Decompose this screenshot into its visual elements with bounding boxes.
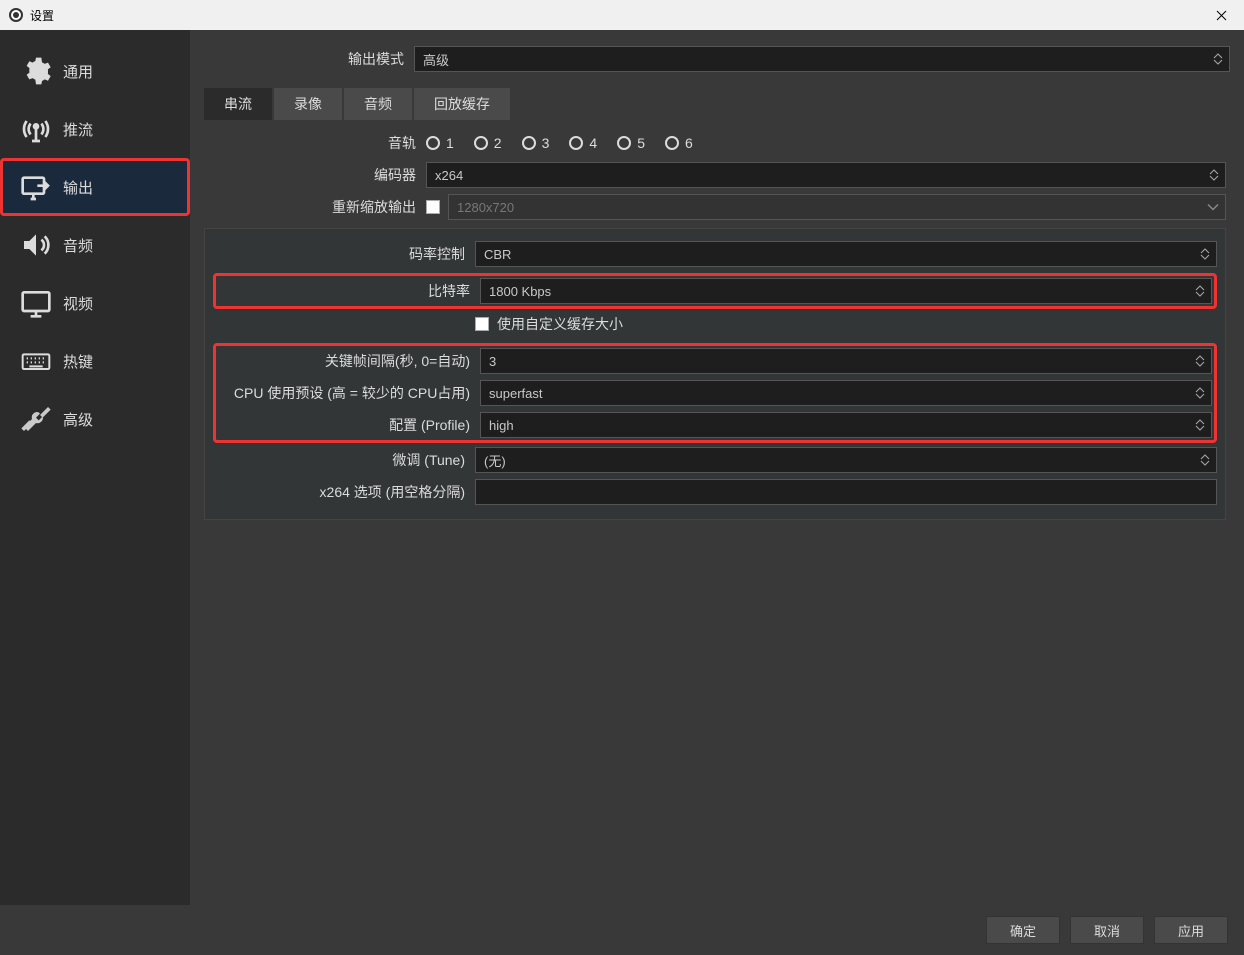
window-title: 设置	[30, 7, 54, 24]
sidebar-item-label: 高级	[63, 409, 93, 430]
audio-track-5[interactable]: 5	[617, 135, 645, 151]
tab-replay-buffer[interactable]: 回放缓存	[414, 88, 510, 120]
x264opts-input[interactable]	[475, 479, 1217, 505]
app-icon	[8, 7, 24, 23]
sidebar: 通用 推流 输出 音频 视频	[0, 30, 190, 905]
rescale-checkbox[interactable]	[426, 200, 440, 214]
tab-streaming[interactable]: 串流	[204, 88, 272, 120]
encoder-label: 编码器	[204, 165, 426, 185]
cancel-button[interactable]: 取消	[1070, 916, 1144, 944]
cpu-preset-select[interactable]: superfast	[480, 380, 1212, 406]
updown-icon	[1196, 449, 1214, 471]
x264opts-label: x264 选项 (用空格分隔)	[213, 482, 475, 502]
custom-buffer-label: 使用自定义缓存大小	[497, 314, 623, 334]
tab-recording[interactable]: 录像	[274, 88, 342, 120]
audio-track-label: 音轨	[204, 133, 426, 153]
tab-audio[interactable]: 音频	[344, 88, 412, 120]
bitrate-label: 比特率	[218, 281, 480, 301]
keyint-spinner[interactable]: 3	[480, 348, 1212, 374]
sidebar-item-label: 热键	[63, 351, 93, 372]
sidebar-item-stream[interactable]: 推流	[0, 100, 190, 158]
updown-icon	[1196, 243, 1214, 265]
sidebar-item-audio[interactable]: 音频	[0, 216, 190, 274]
rescale-value: 1280x720	[457, 200, 514, 215]
tune-select[interactable]: (无)	[475, 447, 1217, 473]
bitrate-spinner[interactable]: 1800 Kbps	[480, 278, 1212, 304]
output-icon	[17, 168, 55, 206]
tools-icon	[17, 400, 55, 438]
audio-track-2[interactable]: 2	[474, 135, 502, 151]
keyboard-icon	[17, 342, 55, 380]
tune-label: 微调 (Tune)	[213, 450, 475, 470]
audio-track-3[interactable]: 3	[522, 135, 550, 151]
rate-control-select[interactable]: CBR	[475, 241, 1217, 267]
monitor-icon	[17, 284, 55, 322]
updown-icon	[1191, 382, 1209, 404]
updown-icon	[1191, 414, 1209, 436]
audio-track-group: 1 2 3 4 5 6	[426, 135, 1226, 151]
audio-icon	[17, 226, 55, 264]
profile-value: high	[489, 418, 514, 433]
main-panel: 输出模式 高级 串流 录像 音频 回放缓存 音轨 1 2	[190, 30, 1244, 905]
audio-track-6[interactable]: 6	[665, 135, 693, 151]
sidebar-item-label: 通用	[63, 61, 93, 82]
sidebar-item-general[interactable]: 通用	[0, 42, 190, 100]
apply-button[interactable]: 应用	[1154, 916, 1228, 944]
sidebar-item-label: 输出	[63, 177, 93, 198]
sidebar-item-video[interactable]: 视频	[0, 274, 190, 332]
close-button[interactable]	[1198, 0, 1244, 30]
antenna-icon	[17, 110, 55, 148]
updown-icon	[1205, 164, 1223, 186]
encoder-select[interactable]: x264	[426, 162, 1226, 188]
titlebar: 设置	[0, 0, 1244, 30]
sidebar-item-label: 推流	[63, 119, 93, 140]
sidebar-item-output[interactable]: 输出	[0, 158, 190, 216]
gear-icon	[17, 52, 55, 90]
profile-label: 配置 (Profile)	[218, 415, 480, 435]
tune-value: (无)	[484, 451, 506, 470]
output-mode-value: 高级	[423, 50, 449, 69]
audio-track-4[interactable]: 4	[569, 135, 597, 151]
keyint-preset-profile-highlight: 关键帧间隔(秒, 0=自动) 3	[213, 343, 1217, 443]
cpu-preset-label: CPU 使用预设 (高 = 较少的 CPU占用)	[218, 383, 480, 403]
dialog-footer: 确定 取消 应用	[0, 905, 1244, 955]
keyint-value: 3	[489, 354, 496, 369]
updown-icon	[1191, 280, 1209, 302]
rescale-select[interactable]: 1280x720	[448, 194, 1226, 220]
profile-select[interactable]: high	[480, 412, 1212, 438]
updown-icon	[1191, 350, 1209, 372]
close-icon	[1216, 10, 1227, 21]
sidebar-item-advanced[interactable]: 高级	[0, 390, 190, 448]
rate-control-label: 码率控制	[213, 244, 475, 264]
updown-icon	[1209, 48, 1227, 70]
cpu-preset-value: superfast	[489, 386, 542, 401]
output-tabs: 串流 录像 音频 回放缓存	[204, 88, 1230, 120]
custom-buffer-checkbox[interactable]	[475, 317, 489, 331]
output-mode-select[interactable]: 高级	[414, 46, 1230, 72]
sidebar-item-hotkeys[interactable]: 热键	[0, 332, 190, 390]
encoder-value: x264	[435, 168, 463, 183]
output-mode-label: 输出模式	[204, 49, 414, 69]
keyint-label: 关键帧间隔(秒, 0=自动)	[218, 351, 480, 371]
ok-button[interactable]: 确定	[986, 916, 1060, 944]
audio-track-1[interactable]: 1	[426, 135, 454, 151]
chevron-down-icon	[1207, 200, 1219, 215]
rate-control-value: CBR	[484, 247, 511, 262]
sidebar-item-label: 视频	[63, 293, 93, 314]
bitrate-value: 1800 Kbps	[489, 284, 551, 299]
sidebar-item-label: 音频	[63, 235, 93, 256]
rescale-label: 重新缩放输出	[204, 197, 426, 217]
encoder-settings-box: 码率控制 CBR 比特率	[204, 228, 1226, 520]
bitrate-highlight: 比特率 1800 Kbps	[213, 273, 1217, 309]
